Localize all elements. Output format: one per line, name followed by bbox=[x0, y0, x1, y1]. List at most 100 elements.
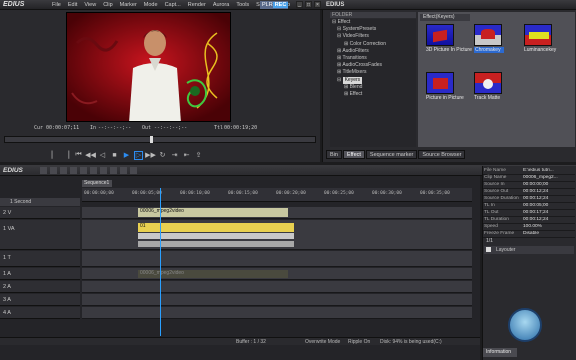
track-header-2a[interactable]: 2 A bbox=[0, 281, 80, 293]
set-out-icon[interactable]: ▕ bbox=[62, 151, 71, 160]
play-icon[interactable]: ▶ bbox=[122, 151, 131, 160]
out-label: Out bbox=[142, 125, 152, 131]
effect-label-chromakey: Chromakey bbox=[474, 47, 504, 53]
menu-item-edit[interactable]: Edit bbox=[68, 2, 77, 8]
step-back-icon[interactable]: ◁ bbox=[98, 151, 107, 160]
track-header-1a[interactable]: 1 A bbox=[0, 268, 80, 280]
plr-rec-toggle[interactable]: PLR REC bbox=[260, 1, 289, 9]
clip-1va[interactable]: 01 bbox=[138, 223, 294, 232]
set-in-icon[interactable]: ▏ bbox=[50, 151, 59, 160]
ruler-tick-label: 00:00:20;00 bbox=[276, 191, 306, 196]
tree-item-keyers[interactable]: ⊟ Keyers bbox=[330, 76, 416, 84]
menu-item-render[interactable]: Render bbox=[188, 2, 206, 8]
track-2v[interactable]: 00006_mpeg2video bbox=[82, 207, 472, 219]
tab-sequence-marker[interactable]: Sequence marker bbox=[365, 150, 418, 159]
timeline-ruler[interactable]: 00:00:00;00 00:00:05;00 00:00:10;00 00:0… bbox=[82, 188, 472, 202]
info-row: Speed 100.00% bbox=[483, 224, 575, 231]
tab-source-browser[interactable]: Source Browser bbox=[418, 150, 466, 159]
copy-icon[interactable] bbox=[100, 167, 107, 174]
menu-item-clip[interactable]: Clip bbox=[103, 2, 112, 8]
tree-item-systempresets[interactable]: ⊟ SystemPresets bbox=[330, 26, 416, 33]
insert-icon[interactable]: ⇥ bbox=[170, 151, 179, 160]
effect-3d-pip[interactable]: 3D Picture In Picture bbox=[426, 24, 472, 53]
effect-label-3d-pip: 3D Picture In Picture bbox=[426, 47, 472, 53]
track-3a[interactable] bbox=[82, 294, 472, 306]
effect-track-matte[interactable]: Track Matte bbox=[474, 72, 504, 101]
track-header-1t[interactable]: 1 T bbox=[0, 251, 80, 267]
maximize-icon[interactable]: □ bbox=[305, 1, 312, 8]
track-header-2v[interactable]: 2 V bbox=[0, 207, 80, 219]
track-1a[interactable]: 00006_mpeg2video bbox=[82, 268, 472, 280]
preview-monitor[interactable] bbox=[66, 12, 231, 122]
menu-item-mode[interactable]: Mode bbox=[144, 2, 158, 8]
overwrite-icon[interactable]: ⇤ bbox=[182, 151, 191, 160]
prev-edit-icon[interactable]: ⏮ bbox=[74, 151, 83, 160]
fast-forward-icon[interactable]: ▶▶ bbox=[145, 151, 156, 160]
timeline-title: EDIUS bbox=[3, 167, 23, 174]
timecode-row: Cur 00:00:07;11 In --:--:--;-- Out --:--… bbox=[30, 125, 290, 133]
info-pager[interactable]: 1/1 bbox=[486, 238, 493, 244]
sequence-tab[interactable]: Sequence1 bbox=[82, 180, 112, 187]
undo-icon[interactable] bbox=[70, 167, 77, 174]
export-icon[interactable]: ⇪ bbox=[194, 151, 203, 160]
open-project-icon[interactable] bbox=[50, 167, 57, 174]
minimize-icon[interactable]: _ bbox=[296, 1, 303, 8]
menu-item-capture[interactable]: Capt... bbox=[165, 2, 181, 8]
tree-item-audiocrossfades[interactable]: ⊞ AudioCrossFades bbox=[330, 62, 416, 69]
tree-item-effect[interactable]: ⊟ Effect bbox=[330, 19, 416, 26]
paste-icon[interactable] bbox=[110, 167, 117, 174]
playhead[interactable] bbox=[160, 188, 161, 336]
track-header-1va[interactable]: 1 VA bbox=[0, 220, 80, 250]
new-sequence-icon[interactable] bbox=[40, 167, 47, 174]
layouter-label: Layouter bbox=[496, 247, 516, 253]
effect-chromakey[interactable]: Chromakey bbox=[474, 24, 504, 53]
tree-item-colorcorrection[interactable]: ⊞ Color Correction bbox=[330, 41, 416, 48]
disk-status: Disk: 94% is being used(C:) bbox=[380, 339, 442, 345]
rewind-icon[interactable]: ◀◀ bbox=[85, 151, 96, 160]
save-project-icon[interactable] bbox=[60, 167, 67, 174]
menu-item-marker[interactable]: Marker bbox=[120, 2, 137, 8]
zoom-selector[interactable]: 1 Second bbox=[0, 198, 80, 206]
delete-icon[interactable] bbox=[120, 167, 127, 174]
tree-item-videofilters[interactable]: ⊟ VideoFilters bbox=[330, 33, 416, 40]
track-4a[interactable] bbox=[82, 307, 472, 319]
track-header-3a[interactable]: 3 A bbox=[0, 294, 80, 306]
preview-frame bbox=[67, 13, 230, 121]
tree-item-titlemixers[interactable]: ⊞ TitleMixers bbox=[330, 69, 416, 76]
layouter-row[interactable]: Layouter bbox=[484, 246, 574, 254]
menu-item-view[interactable]: View bbox=[84, 2, 96, 8]
scrub-handle[interactable] bbox=[150, 136, 153, 143]
tab-effect[interactable]: Effect bbox=[342, 150, 365, 159]
track-1va[interactable]: 01 bbox=[82, 220, 472, 250]
menu-item-file[interactable]: File bbox=[52, 2, 61, 8]
tab-bin[interactable]: Bin bbox=[326, 150, 342, 159]
tree-item-blend[interactable]: ⊞ Blend bbox=[330, 84, 416, 91]
menu-item-tools[interactable]: Tools bbox=[236, 2, 249, 8]
tab-information[interactable]: Information bbox=[483, 348, 517, 357]
checkbox-icon[interactable] bbox=[486, 247, 491, 252]
tree-item-audiofilters[interactable]: ⊞ AudioFilters bbox=[330, 48, 416, 55]
menu-item-aurora[interactable]: Aurora bbox=[213, 2, 230, 8]
loop-icon[interactable]: ↻ bbox=[158, 151, 167, 160]
scrub-bar[interactable] bbox=[4, 136, 316, 143]
clip-1va-audio[interactable] bbox=[138, 233, 294, 239]
effect-luminancekey[interactable]: Luminancekey bbox=[524, 24, 556, 53]
track-header-4a[interactable]: 4 A bbox=[0, 307, 80, 319]
redo-icon[interactable] bbox=[80, 167, 87, 174]
track-2a[interactable] bbox=[82, 281, 472, 293]
info-row: TL In 00:00:05;00 bbox=[483, 203, 575, 210]
close-icon[interactable]: × bbox=[314, 1, 321, 8]
tree-item-effect-sub[interactable]: ⊞ Effect bbox=[330, 91, 416, 98]
stop-icon[interactable]: ■ bbox=[110, 151, 119, 160]
info-row: Clip Name 00006_mpeg2... bbox=[483, 175, 575, 182]
razor-icon[interactable] bbox=[130, 167, 137, 174]
in-timecode: --:--:--;-- bbox=[98, 125, 132, 131]
step-forward-icon[interactable]: ▷ bbox=[134, 150, 143, 160]
cut-icon[interactable] bbox=[90, 167, 97, 174]
track-1t[interactable] bbox=[82, 251, 472, 267]
effect-pip[interactable]: Picture in Picture bbox=[426, 72, 464, 101]
effect-thumb-pip bbox=[426, 72, 454, 94]
effect-thumb-3d-pip bbox=[426, 24, 454, 46]
clip-1va-audio2[interactable] bbox=[138, 241, 294, 247]
tree-item-transitions[interactable]: ⊞ Transitions bbox=[330, 55, 416, 62]
